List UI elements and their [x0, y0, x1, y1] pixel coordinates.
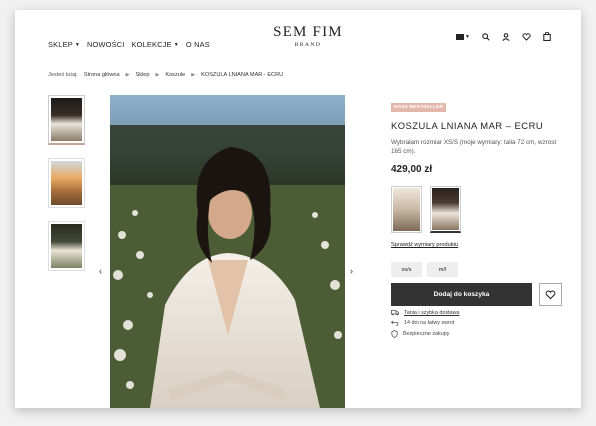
- nav-item-kolekcje[interactable]: KOLEKCJE ▼: [132, 40, 179, 49]
- size-guide-link[interactable]: Sprawdź wymiary produktu: [391, 242, 458, 248]
- chevron-right-icon: ▶: [155, 72, 160, 78]
- variant-thumbnail-1[interactable]: [391, 186, 422, 233]
- next-image-arrow-icon[interactable]: ›: [350, 266, 353, 276]
- variant-thumbnail-2[interactable]: [430, 186, 461, 233]
- truck-icon: [391, 310, 399, 316]
- heart-icon[interactable]: [522, 32, 531, 41]
- breadcrumb-shop[interactable]: Sklep: [135, 72, 149, 78]
- heart-icon: [545, 290, 556, 299]
- product-price: 429,00 zł: [391, 164, 433, 175]
- product-photo: [51, 161, 82, 205]
- product-photo: [51, 224, 82, 268]
- size-option-xs-s[interactable]: xs/s: [391, 262, 422, 277]
- thumbnail-1[interactable]: [48, 95, 85, 145]
- buy-row: Dodaj do koszyka: [391, 283, 563, 306]
- prev-image-arrow-icon[interactable]: ‹: [99, 266, 102, 276]
- thumbnail-list: [48, 95, 85, 284]
- product-photo: [393, 188, 420, 231]
- breadcrumb: Jesteś tutaj: Strona główna ▶ Sklep ▶ Ko…: [48, 72, 284, 78]
- nav-item-sklep[interactable]: SKLEP ▼: [48, 40, 80, 49]
- nav-item-nowosci[interactable]: NOWOŚCI: [87, 40, 125, 49]
- feature-delivery: Tania i szybka dostawa: [391, 310, 563, 316]
- return-icon: [391, 320, 399, 326]
- product-info: NASZ BESTSELLER KOSZULA LNIANA MAR – ECR…: [391, 95, 563, 338]
- search-icon[interactable]: [482, 32, 490, 41]
- feature-delivery-text[interactable]: Tania i szybka dostawa: [404, 310, 459, 316]
- product-description: Wybrałam rozmiar XS/S (moje wymiary: tal…: [391, 139, 557, 155]
- main-nav: SKLEP ▼ NOWOŚCI KOLEKCJE ▼ O NAS: [48, 40, 210, 49]
- product-photo: [51, 98, 82, 141]
- chevron-right-icon: ▶: [191, 72, 196, 78]
- thumbnail-3[interactable]: [48, 221, 85, 271]
- breadcrumb-current: KOSZULA LNIANA MAR - ECRU: [201, 72, 284, 78]
- size-selector: xs/s m/l: [391, 262, 563, 277]
- product-title: KOSZULA LNIANA MAR – ECRU: [391, 120, 544, 131]
- chevron-down-icon: ▼: [173, 41, 179, 48]
- brand-logo[interactable]: SEM FIM BRAND: [253, 24, 363, 48]
- chevron-right-icon: ▶: [125, 72, 130, 78]
- header-icons: ▼: [456, 32, 551, 41]
- feature-secure: Bezpieczne zakupy: [391, 330, 563, 338]
- feature-return: 14 dni na łatwy zwrot: [391, 320, 563, 326]
- user-icon[interactable]: [502, 32, 510, 41]
- color-variants: [391, 186, 563, 233]
- breadcrumb-shirts[interactable]: Koszule: [165, 72, 185, 78]
- product-photo: [432, 188, 459, 230]
- nav-item-o-nas[interactable]: O NAS: [186, 40, 210, 49]
- size-option-m-l[interactable]: m/l: [427, 262, 458, 277]
- main-product-image: [110, 95, 345, 408]
- page-card: SKLEP ▼ NOWOŚCI KOLEKCJE ▼ O NAS SEM FIM B…: [15, 10, 581, 408]
- chevron-down-icon: ▼: [74, 41, 80, 48]
- language-flag-icon[interactable]: ▼: [456, 33, 470, 40]
- add-to-cart-button[interactable]: Dodaj do koszyka: [391, 283, 532, 306]
- shield-icon: [391, 330, 398, 338]
- add-to-wishlist-button[interactable]: [539, 283, 562, 306]
- bestseller-badge: NASZ BESTSELLER: [391, 103, 447, 112]
- thumbnail-2[interactable]: [48, 158, 85, 208]
- bag-icon[interactable]: [543, 32, 551, 41]
- breadcrumb-home[interactable]: Strona główna: [84, 72, 120, 78]
